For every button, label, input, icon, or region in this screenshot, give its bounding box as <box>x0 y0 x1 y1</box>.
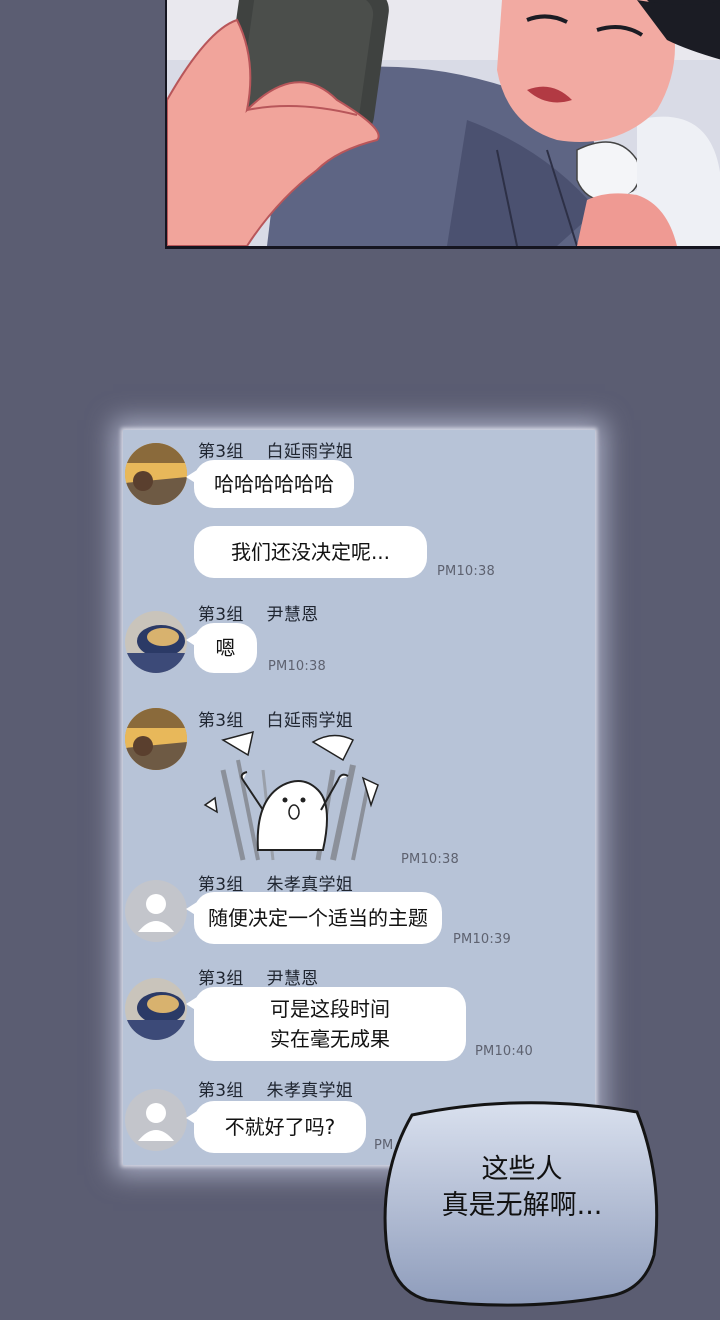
sender-label: 第3组 白延雨学姐 <box>198 711 354 731</box>
bubble-tail <box>186 1111 197 1125</box>
message-time: PM10:38 <box>437 564 495 579</box>
default-user-avatar-icon <box>125 1089 187 1151</box>
message-time: PM10:38 <box>401 852 459 867</box>
avatar-yin-huien[interactable] <box>125 611 187 673</box>
message-bubble[interactable]: 不就好了吗? <box>186 1101 366 1153</box>
narration-text: 这些人 真是无解啊... <box>382 1152 662 1224</box>
message-text: 不就好了吗? <box>224 1115 336 1139</box>
message-text: 嗯 <box>215 636 236 660</box>
message-time: PM10:39 <box>453 932 511 947</box>
message-text-line-1: 可是这段时间 <box>270 997 390 1021</box>
sender-label: 第3组 白延雨学姐 <box>198 442 354 462</box>
message-text: 我们还没决定呢... <box>230 540 391 564</box>
chat-screen: 第3组 白延雨学姐 哈哈哈哈哈哈 我们还没决定呢... PM10:38 第3组 … <box>123 430 595 1165</box>
coffee-cup-avatar-icon <box>125 978 187 1040</box>
comic-panel-top <box>165 0 720 249</box>
message-bubble[interactable]: 嗯 <box>186 623 257 673</box>
avatar-yin-huien[interactable] <box>125 978 187 1040</box>
message-bubble[interactable]: 我们还没决定呢... <box>194 526 427 578</box>
sender-label: 第3组 尹慧恩 <box>198 605 319 625</box>
avatar-zhu-xiaozhen[interactable] <box>125 1089 187 1151</box>
sunset-avatar-icon <box>125 443 187 505</box>
bubble-tail <box>186 902 197 916</box>
message-group-1: 第3组 白延雨学姐 哈哈哈哈哈哈 我们还没决定呢... PM10:38 <box>123 430 595 590</box>
man-holding-phone-illustration <box>167 0 720 246</box>
message-group-2: 第3组 尹慧恩 嗯 PM10:38 <box>123 595 595 685</box>
default-user-avatar-icon <box>125 880 187 942</box>
message-time: PM10:40 <box>475 1044 533 1059</box>
sender-label: 第3组 朱孝真学姐 <box>198 1081 354 1101</box>
avatar-zhu-xiaozhen[interactable] <box>125 880 187 942</box>
cheering-ghost-sticker[interactable] <box>203 730 393 869</box>
coffee-cup-avatar-icon <box>125 611 187 673</box>
bubble-tail <box>186 633 197 647</box>
message-text: 哈哈哈哈哈哈 <box>214 472 334 496</box>
narration-line-2: 真是无解啊... <box>441 1190 603 1221</box>
narration-bubble: 这些人 真是无解啊... <box>382 1100 662 1320</box>
message-bubble[interactable]: 可是这段时间 实在毫无成果 <box>186 987 466 1061</box>
sender-label: 第3组 尹慧恩 <box>198 969 319 989</box>
message-bubble[interactable]: 哈哈哈哈哈哈 <box>186 460 354 508</box>
message-group-3: 第3组 白延雨学姐 PM10:38 <box>123 702 595 872</box>
sunset-avatar-icon <box>125 708 187 770</box>
bubble-tail <box>186 997 197 1011</box>
message-group-4: 第3组 朱孝真学姐 随便决定一个适当的主题 PM10:39 <box>123 866 595 956</box>
narration-line-1: 这些人 <box>481 1154 563 1185</box>
message-bubble[interactable]: 随便决定一个适当的主题 <box>186 892 442 944</box>
message-time: PM10:38 <box>268 659 326 674</box>
message-text: 随便决定一个适当的主题 <box>208 906 428 930</box>
avatar-bai-yanyu[interactable] <box>125 708 187 770</box>
sticker-image <box>203 730 379 861</box>
bubble-tail <box>186 470 197 484</box>
message-text-line-2: 实在毫无成果 <box>270 1027 390 1051</box>
message-group-5: 第3组 尹慧恩 可是这段时间 实在毫无成果 PM10:40 <box>123 960 595 1070</box>
avatar-bai-yanyu[interactable] <box>125 443 187 505</box>
